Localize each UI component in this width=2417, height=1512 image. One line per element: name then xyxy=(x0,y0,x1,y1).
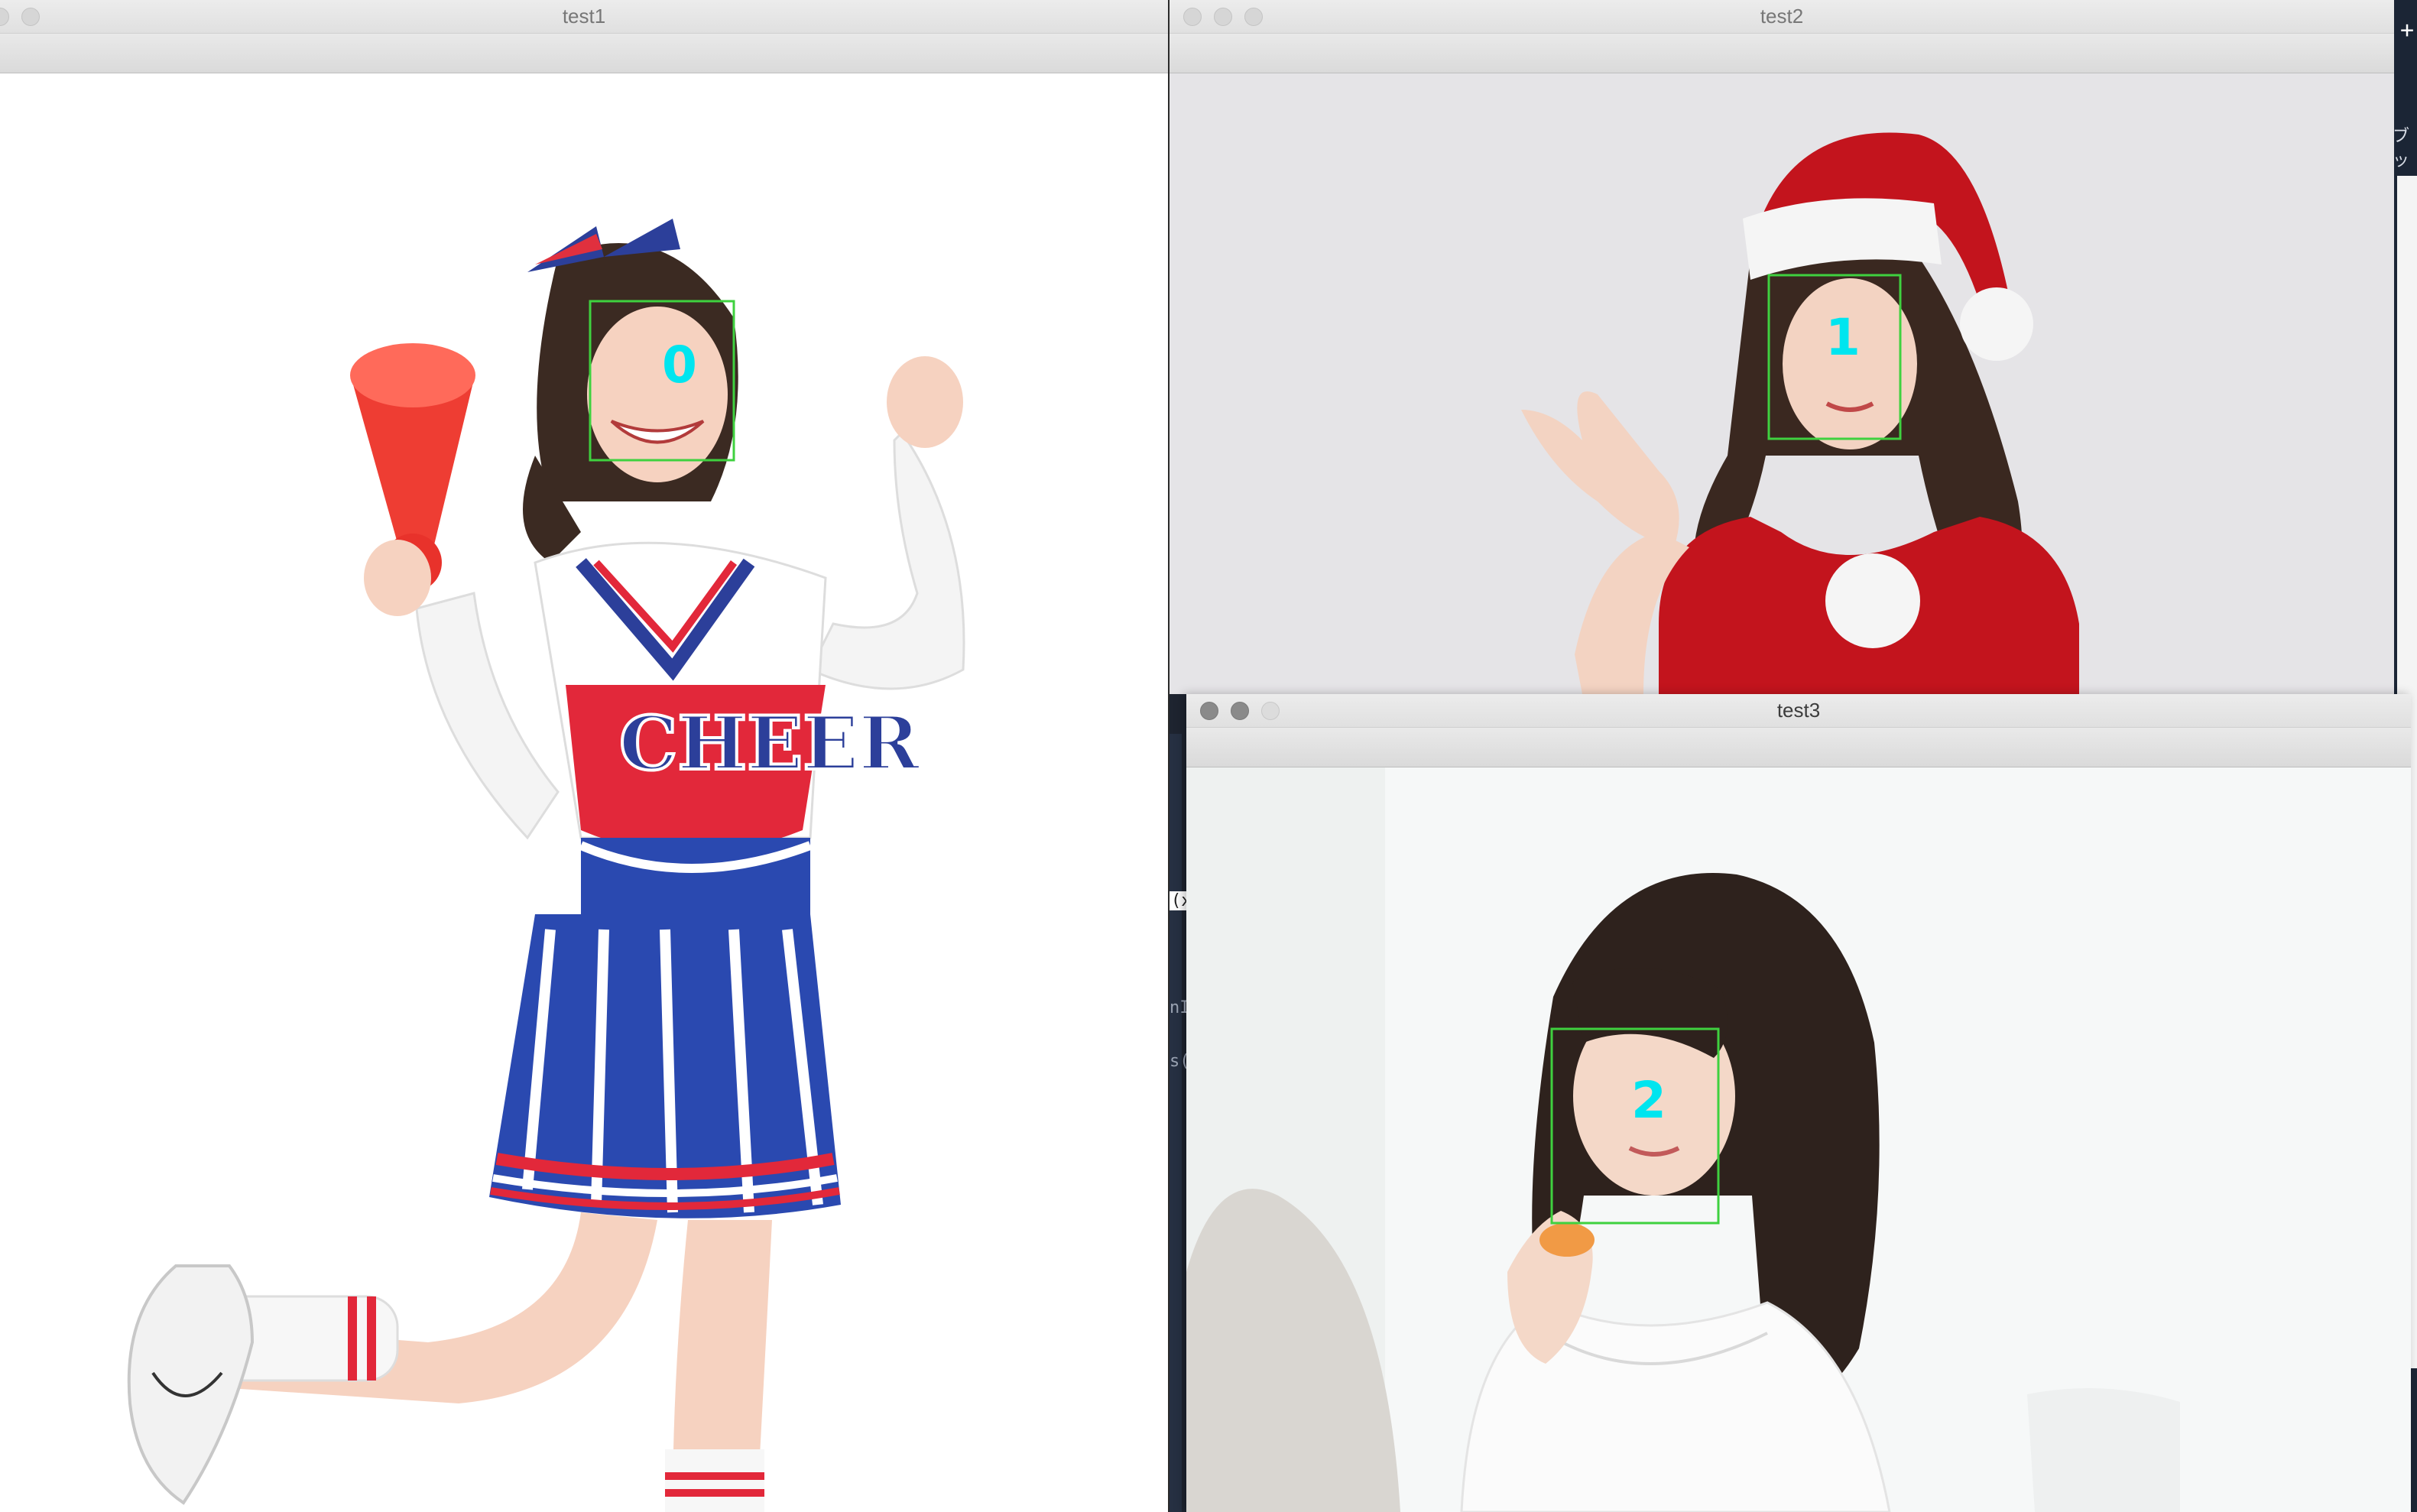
window-title: test1 xyxy=(562,5,606,28)
face-id-label: 2 xyxy=(1631,1071,1666,1130)
window-title: test2 xyxy=(1760,5,1804,28)
image-canvas-test1[interactable]: CHEER 0 xyxy=(0,73,1168,1512)
window-test1[interactable]: test1 CHEER 0 xyxy=(0,0,1170,1512)
image-canvas-test2[interactable]: 1 xyxy=(1170,73,2394,694)
titlebar-test3[interactable]: test3 xyxy=(1186,694,2411,728)
image-canvas-test3[interactable]: 2 xyxy=(1186,767,2411,1512)
toolbar-test3 xyxy=(1186,728,2411,767)
svg-text:CHEER: CHEER xyxy=(619,700,920,787)
right-edge-plus[interactable]: + xyxy=(2400,17,2414,44)
toolbar-test2 xyxy=(1170,34,2394,73)
window-test3[interactable]: test3 2 xyxy=(1186,694,2411,1512)
toolbar-test1 xyxy=(0,34,1168,73)
face-id-label: 0 xyxy=(662,336,697,394)
cheerleader-photo: CHEER 0 xyxy=(0,73,1168,1512)
window-test2[interactable]: test2 1 xyxy=(1170,0,2394,694)
right-edge-text: ブッ xyxy=(2393,127,2410,170)
titlebar-test2[interactable]: test2 xyxy=(1170,0,2394,34)
titlebar-test1[interactable]: test1 xyxy=(0,0,1168,34)
window-title: test3 xyxy=(1776,699,1821,722)
snack-photo: 2 xyxy=(1186,767,2411,1512)
face-id-label: 1 xyxy=(1825,308,1861,367)
santa-hat-photo: 1 xyxy=(1170,73,2394,694)
